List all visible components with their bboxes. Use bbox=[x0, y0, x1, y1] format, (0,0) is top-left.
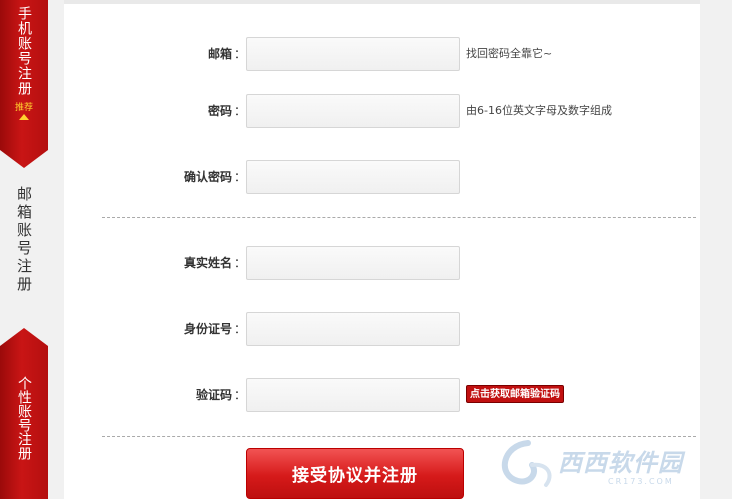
email-label: 邮箱： bbox=[207, 47, 246, 61]
top-border bbox=[64, 0, 700, 4]
watermark-subtext: CR173.COM bbox=[608, 477, 674, 486]
tab-custom-register[interactable]: 个性账号注册 bbox=[0, 328, 48, 499]
confirm-password-label: 确认密码： bbox=[183, 170, 246, 184]
real-name-input[interactable] bbox=[246, 246, 460, 280]
confirm-password-input[interactable] bbox=[246, 160, 460, 194]
id-number-row: 身份证号： bbox=[64, 312, 700, 346]
register-form-panel: 邮箱： 找回密码全靠它~ 密码： 由6-16位英文字母及数字组成 确认密码： 真… bbox=[64, 0, 700, 499]
tab-email-label: 邮箱账号注册 bbox=[15, 186, 33, 294]
confirm-password-row: 确认密码： bbox=[64, 160, 700, 194]
email-input[interactable] bbox=[246, 37, 460, 71]
tab-custom-label: 个性账号注册 bbox=[16, 376, 32, 460]
watermark-logo: 西西软件园 CR173.COM bbox=[488, 435, 724, 495]
watermark-swirl-icon bbox=[501, 440, 552, 487]
watermark-text: 西西软件园 bbox=[558, 449, 683, 477]
id-number-input[interactable] bbox=[246, 312, 460, 346]
email-hint: 找回密码全靠它~ bbox=[466, 47, 553, 60]
id-number-label: 身份证号： bbox=[183, 322, 246, 336]
tab-mobile-label: 手机账号注册 bbox=[16, 6, 32, 96]
tab-mobile-register[interactable]: 手机账号注册 推荐 bbox=[0, 0, 48, 168]
password-row: 密码： 由6-16位英文字母及数字组成 bbox=[64, 94, 700, 128]
password-input[interactable] bbox=[246, 94, 460, 128]
verify-code-input[interactable] bbox=[246, 378, 460, 412]
verify-code-row: 验证码： 点击获取邮箱验证码 bbox=[64, 378, 700, 412]
divider bbox=[102, 217, 696, 218]
get-email-code-button[interactable]: 点击获取邮箱验证码 bbox=[466, 385, 564, 403]
email-row: 邮箱： 找回密码全靠它~ bbox=[64, 37, 700, 71]
real-name-label: 真实姓名： bbox=[183, 256, 246, 270]
triangle-up-icon bbox=[19, 114, 29, 120]
verify-code-label: 验证码： bbox=[195, 388, 246, 402]
tab-email-register[interactable]: 邮箱账号注册 bbox=[0, 168, 48, 328]
password-hint: 由6-16位英文字母及数字组成 bbox=[466, 104, 612, 117]
password-label: 密码： bbox=[207, 104, 246, 118]
real-name-row: 真实姓名： bbox=[64, 246, 700, 280]
accept-and-register-button[interactable]: 接受协议并注册 bbox=[246, 448, 464, 499]
recommend-badge: 推荐 bbox=[14, 103, 33, 113]
